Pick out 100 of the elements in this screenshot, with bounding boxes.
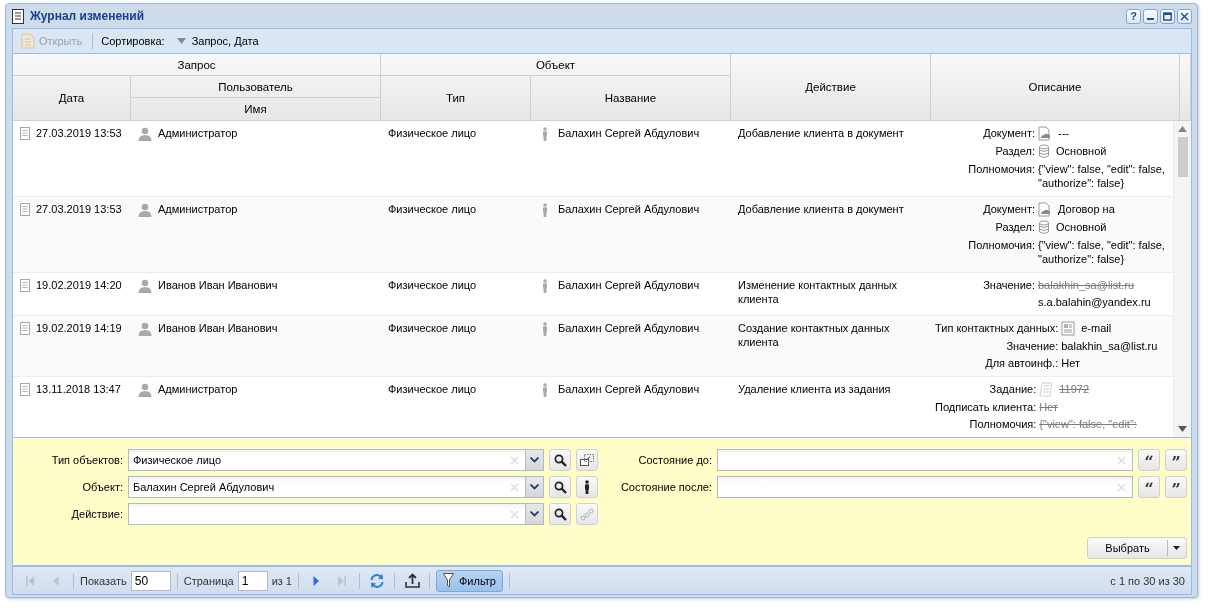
person-icon — [542, 203, 548, 217]
action-cell-text: Создание контактных данных клиента — [738, 321, 891, 349]
last-page-icon — [337, 574, 347, 587]
detail-value: balakhin_sa@list.ru — [1061, 339, 1158, 353]
column-group-header: Объект — [381, 54, 731, 76]
maximize-button[interactable] — [1160, 8, 1175, 24]
person-icon — [542, 322, 548, 336]
detail-label: Тип контактных данных: — [935, 321, 1059, 336]
dropdown-icon[interactable] — [530, 484, 539, 490]
sort-value[interactable]: Запрос, Дата — [191, 35, 259, 47]
minimize-icon — [1147, 17, 1154, 20]
detail-label: Раздел: — [994, 220, 1035, 235]
type-cell: Физическое лицо — [388, 278, 477, 292]
detail-label: Документ: — [982, 202, 1035, 217]
detail-label: Полномочия: — [968, 162, 1035, 177]
minimize-button[interactable] — [1143, 8, 1158, 24]
person-icon — [542, 127, 548, 141]
sort-label: Сортировка: — [101, 35, 165, 47]
select-split-button[interactable]: Выбрать — [1087, 537, 1187, 559]
select-window-button[interactable] — [576, 449, 598, 471]
detail-label: Значение: — [1005, 339, 1059, 353]
page-size-label: Показать — [80, 574, 127, 587]
column-group-header: Запрос — [13, 54, 381, 76]
detail-value: --- — [1058, 126, 1069, 140]
vertical-scrollbar[interactable] — [1173, 121, 1191, 437]
user-cell: Иванов Иван Иванович — [158, 321, 278, 335]
upload-icon — [404, 573, 420, 588]
detail-label: Для автоинф.: — [984, 356, 1059, 370]
search-button[interactable] — [549, 503, 571, 525]
search-button[interactable] — [549, 476, 571, 498]
detail-value: Нет — [1061, 356, 1080, 370]
date-cell: 27.03.2019 13:53 — [36, 126, 122, 140]
page-label: Страница — [183, 574, 234, 587]
quote-button[interactable]: “ — [1138, 449, 1160, 471]
document-icon — [1038, 202, 1052, 217]
text-field[interactable] — [717, 476, 1133, 498]
next-page-icon — [311, 574, 321, 587]
object-name-cell: Балахин Сергей Абдулович — [558, 126, 700, 140]
help-button[interactable]: ? — [1126, 8, 1141, 24]
user-icon — [138, 203, 152, 217]
close-icon — [1180, 11, 1189, 21]
user-icon — [138, 127, 152, 141]
table-row[interactable] — [13, 197, 1173, 273]
user-cell: Администратор — [158, 382, 238, 396]
detail-label: Значение: — [983, 278, 1035, 293]
object-name-cell: Балахин Сергей Абдулович — [558, 382, 700, 396]
text-field[interactable] — [717, 449, 1133, 471]
quote-button[interactable]: ” — [1165, 449, 1187, 471]
person-icon — [542, 279, 548, 293]
database-icon — [1038, 144, 1050, 159]
search-icon — [553, 453, 567, 467]
combo-field[interactable] — [128, 503, 544, 525]
filter-toggle-button[interactable]: Фильтр — [436, 569, 503, 592]
task-icon — [1039, 382, 1054, 397]
detail-label: Задание: — [988, 382, 1037, 397]
dropdown-icon[interactable] — [530, 511, 539, 517]
filter-label: Состояние после: — [619, 481, 712, 493]
detail-value: 11972 — [1059, 382, 1090, 396]
window-select-icon — [580, 454, 594, 466]
detail-label: Документ: — [982, 126, 1035, 141]
action-cell-text: Изменение контактных данных клиента — [738, 278, 898, 306]
scroll-down-icon[interactable] — [1178, 426, 1187, 432]
combo-field[interactable]: Физическое лицо — [128, 449, 544, 471]
page-field[interactable]: 1 — [237, 570, 268, 591]
detail-value: Основной — [1056, 144, 1107, 158]
quote-button[interactable]: ” — [1165, 476, 1187, 498]
quote-button[interactable]: “ — [1138, 476, 1160, 498]
detail-value: e-mail — [1081, 321, 1112, 335]
person-icon — [542, 383, 548, 397]
close-button[interactable] — [1177, 8, 1192, 24]
dropdown-icon[interactable] — [530, 457, 539, 463]
journal-icon — [12, 8, 24, 24]
detail-value: Договор на — [1058, 202, 1115, 216]
document-icon — [20, 127, 30, 140]
date-cell: 27.03.2019 13:53 — [36, 202, 122, 216]
detail-value: Основной — [1056, 220, 1107, 234]
date-cell: 19.02.2019 14:20 — [36, 278, 122, 292]
combo-field[interactable]: Балахин Сергей Абдулович — [128, 476, 544, 498]
search-button[interactable] — [549, 449, 571, 471]
filter-label: Объект: — [81, 481, 123, 493]
filter-icon — [443, 573, 454, 588]
user-cell: Администратор — [158, 202, 238, 216]
person-button[interactable] — [576, 476, 598, 498]
scroll-up-icon[interactable] — [1178, 126, 1187, 132]
detail-value: balakhin_sa@list.ru — [1038, 278, 1135, 292]
filter-label: Состояние до: — [637, 454, 712, 466]
detail-value: Нет — [1039, 400, 1059, 414]
page-size-field[interactable]: 50 — [130, 570, 171, 591]
type-cell: Физическое лицо — [388, 382, 477, 396]
detail-label: Полномочия: — [968, 417, 1037, 431]
scrollbar-thumb[interactable] — [1177, 137, 1188, 177]
detail-value: {"view": false, "edit": false, "authorize": false} — [1038, 162, 1166, 190]
detail-value: s.a.balahin@yandex.ru — [1038, 295, 1151, 309]
filter-label: Тип объектов: — [50, 454, 123, 466]
type-cell: Физическое лицо — [388, 126, 477, 140]
maximize-icon — [1163, 11, 1172, 21]
dropdown-icon[interactable] — [1173, 546, 1180, 550]
sort-caret-icon[interactable] — [176, 38, 186, 44]
window-title: Журнал изменений — [30, 9, 145, 23]
table-row[interactable]: 19.02.2019 14:19 Иванов Иван Иванович Физическое лицо Балахин Сергей Абдулович Создание контактных данных клиента Тип контактных данных: e-mail Значение: balakhin_sa@list.ru Для автоинф.: Нет — [13, 316, 1173, 377]
